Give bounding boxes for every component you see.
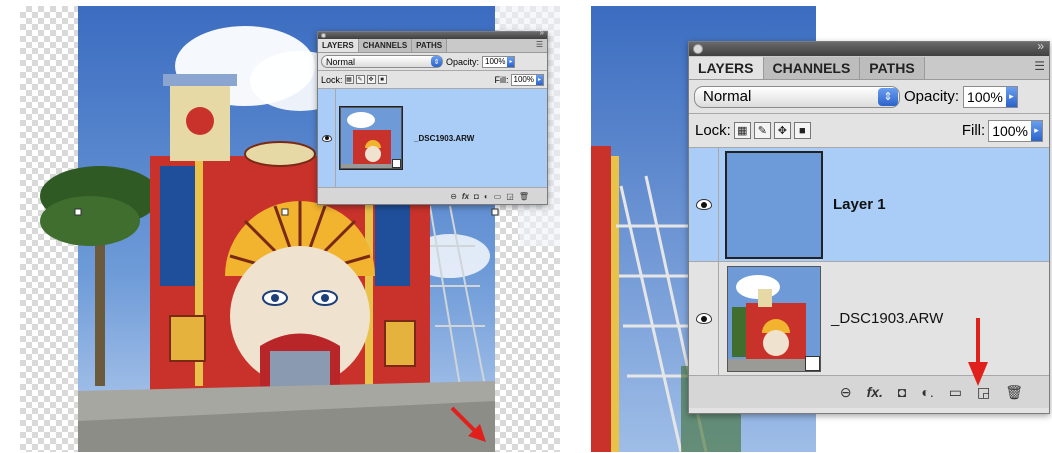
tab-channels[interactable]: CHANNELS: [763, 57, 861, 79]
layer-thumbnail: [727, 265, 821, 372]
close-icon[interactable]: [321, 33, 326, 38]
link-layers-icon[interactable]: ⊖: [450, 192, 457, 201]
layer-row[interactable]: _DSC1903.ARW: [318, 89, 547, 188]
eye-icon: [695, 313, 712, 324]
fill-arrow-icon[interactable]: ▸: [1031, 120, 1042, 141]
panel-titlebar[interactable]: »: [689, 39, 1049, 56]
layer-row[interactable]: _DSC1903.ARW: [689, 262, 1049, 376]
visibility-toggle[interactable]: [689, 262, 719, 375]
opacity-arrow-icon[interactable]: ▸: [1005, 86, 1017, 107]
trash-icon[interactable]: 🗑: [519, 192, 529, 201]
new-group-icon[interactable]: ▭: [494, 192, 502, 201]
new-group-icon[interactable]: ▭: [949, 384, 962, 401]
opacity-arrow-icon[interactable]: ▸: [507, 56, 515, 67]
fill-label: Fill:: [494, 74, 509, 85]
composite-screenshot: » LAYERS CHANNELS PATHS ☰ Normal ⇕ Opaci…: [0, 0, 1052, 453]
fx-icon[interactable]: fx: [462, 192, 469, 201]
layer-mask-icon[interactable]: ◘: [898, 384, 906, 400]
layer-row[interactable]: Layer 1: [689, 148, 1049, 262]
adjustment-layer-icon[interactable]: ◐.: [921, 384, 933, 400]
adjustment-layer-icon[interactable]: ◐: [484, 192, 489, 201]
collapse-icon[interactable]: »: [1037, 39, 1044, 53]
opacity-label: Opacity:: [904, 88, 960, 105]
fx-icon[interactable]: fx.: [867, 384, 883, 400]
blend-mode-stepper-icon: ⇕: [431, 56, 442, 67]
lock-row: Lock: ▦ ✎ ✥ ■ Fill: 100% ▸: [318, 71, 547, 89]
new-layer-icon[interactable]: ◲: [506, 192, 514, 201]
close-icon[interactable]: [693, 44, 703, 54]
lock-all-icon[interactable]: ■: [377, 75, 387, 84]
layer-name[interactable]: _DSC1903.ARW: [414, 134, 474, 143]
blend-mode-stepper-icon: ⇕: [878, 87, 898, 106]
fill-arrow-icon[interactable]: ▸: [536, 74, 543, 85]
eye-icon: [321, 134, 332, 142]
lock-label: Lock:: [321, 74, 343, 85]
fill-label: Fill:: [961, 122, 986, 139]
layer-name[interactable]: _DSC1903.ARW: [831, 310, 943, 327]
lock-transparent-icon[interactable]: ▦: [733, 122, 751, 139]
blend-mode-value: Normal: [326, 56, 356, 67]
blend-row: Normal ⇕ Opacity: 100% ▸: [689, 80, 1049, 114]
lock-row: Lock: ▦ ✎ ✥ ■ Fill: 100% ▸: [689, 114, 1049, 148]
opacity-value: 100%: [485, 57, 506, 66]
panel-footer: ⊖ fx. ◘ ◐. ▭ ◲ 🗑: [689, 376, 1049, 408]
blend-mode-select[interactable]: Normal ⇕: [694, 85, 900, 108]
smart-object-badge-icon: [805, 355, 820, 371]
link-layers-icon[interactable]: ⊖: [840, 384, 852, 401]
panel-footer: ⊖ fx ◘ ◐ ▭ ◲ 🗑: [318, 188, 547, 204]
fill-value: 100%: [513, 75, 534, 84]
tab-layers[interactable]: LAYERS: [689, 57, 764, 79]
eye-icon: [695, 199, 712, 210]
layer-name[interactable]: Layer 1: [833, 196, 886, 213]
lock-position-icon[interactable]: ✥: [366, 75, 376, 84]
layer-mask-icon[interactable]: ◘: [474, 192, 479, 201]
opacity-label: Opacity:: [446, 56, 480, 67]
fill-field[interactable]: 100% ▸: [510, 73, 544, 86]
opacity-value: 100%: [967, 88, 1003, 105]
fill-field[interactable]: 100% ▸: [988, 119, 1043, 142]
lock-label: Lock:: [695, 122, 731, 139]
tab-channels[interactable]: CHANNELS: [358, 39, 413, 52]
smart-object-badge-icon: [392, 159, 401, 168]
fill-value: 100%: [992, 122, 1028, 139]
layer-thumbnail: [725, 150, 823, 259]
opacity-field[interactable]: 100% ▸: [482, 55, 516, 68]
blend-mode-value: Normal: [703, 88, 752, 105]
blend-row: Normal ⇕ Opacity: 100% ▸: [318, 53, 547, 71]
visibility-toggle[interactable]: [689, 148, 719, 261]
lock-all-icon[interactable]: ■: [793, 122, 811, 139]
new-layer-icon[interactable]: ◲: [977, 384, 990, 401]
panel-tabs: LAYERS CHANNELS PATHS ☰: [689, 56, 1049, 80]
layers-panel-left: » LAYERS CHANNELS PATHS ☰ Normal ⇕ Opaci…: [317, 28, 548, 205]
tab-paths[interactable]: PATHS: [860, 57, 925, 79]
tab-layers[interactable]: LAYERS: [318, 39, 359, 52]
annotation-arrow-right: [968, 318, 988, 386]
trash-icon[interactable]: 🗑: [1005, 384, 1023, 401]
panel-menu-icon[interactable]: ☰: [536, 40, 543, 49]
lock-position-icon[interactable]: ✥: [773, 122, 791, 139]
lock-image-icon[interactable]: ✎: [355, 75, 365, 84]
panel-menu-icon[interactable]: ☰: [1034, 59, 1045, 73]
visibility-toggle[interactable]: [318, 89, 336, 187]
lock-transparent-icon[interactable]: ▦: [344, 75, 354, 84]
layers-panel-right: » LAYERS CHANNELS PATHS ☰ Normal ⇕ Opaci…: [688, 39, 1050, 414]
panel-tabs: LAYERS CHANNELS PATHS ☰: [318, 39, 547, 53]
panel-titlebar[interactable]: »: [318, 28, 547, 39]
opacity-field[interactable]: 100% ▸: [963, 85, 1018, 108]
blend-mode-select[interactable]: Normal ⇕: [321, 55, 443, 68]
layer-thumbnail: [339, 106, 403, 170]
collapse-icon[interactable]: »: [540, 28, 544, 37]
tab-paths[interactable]: PATHS: [412, 39, 448, 52]
lock-image-icon[interactable]: ✎: [753, 122, 771, 139]
